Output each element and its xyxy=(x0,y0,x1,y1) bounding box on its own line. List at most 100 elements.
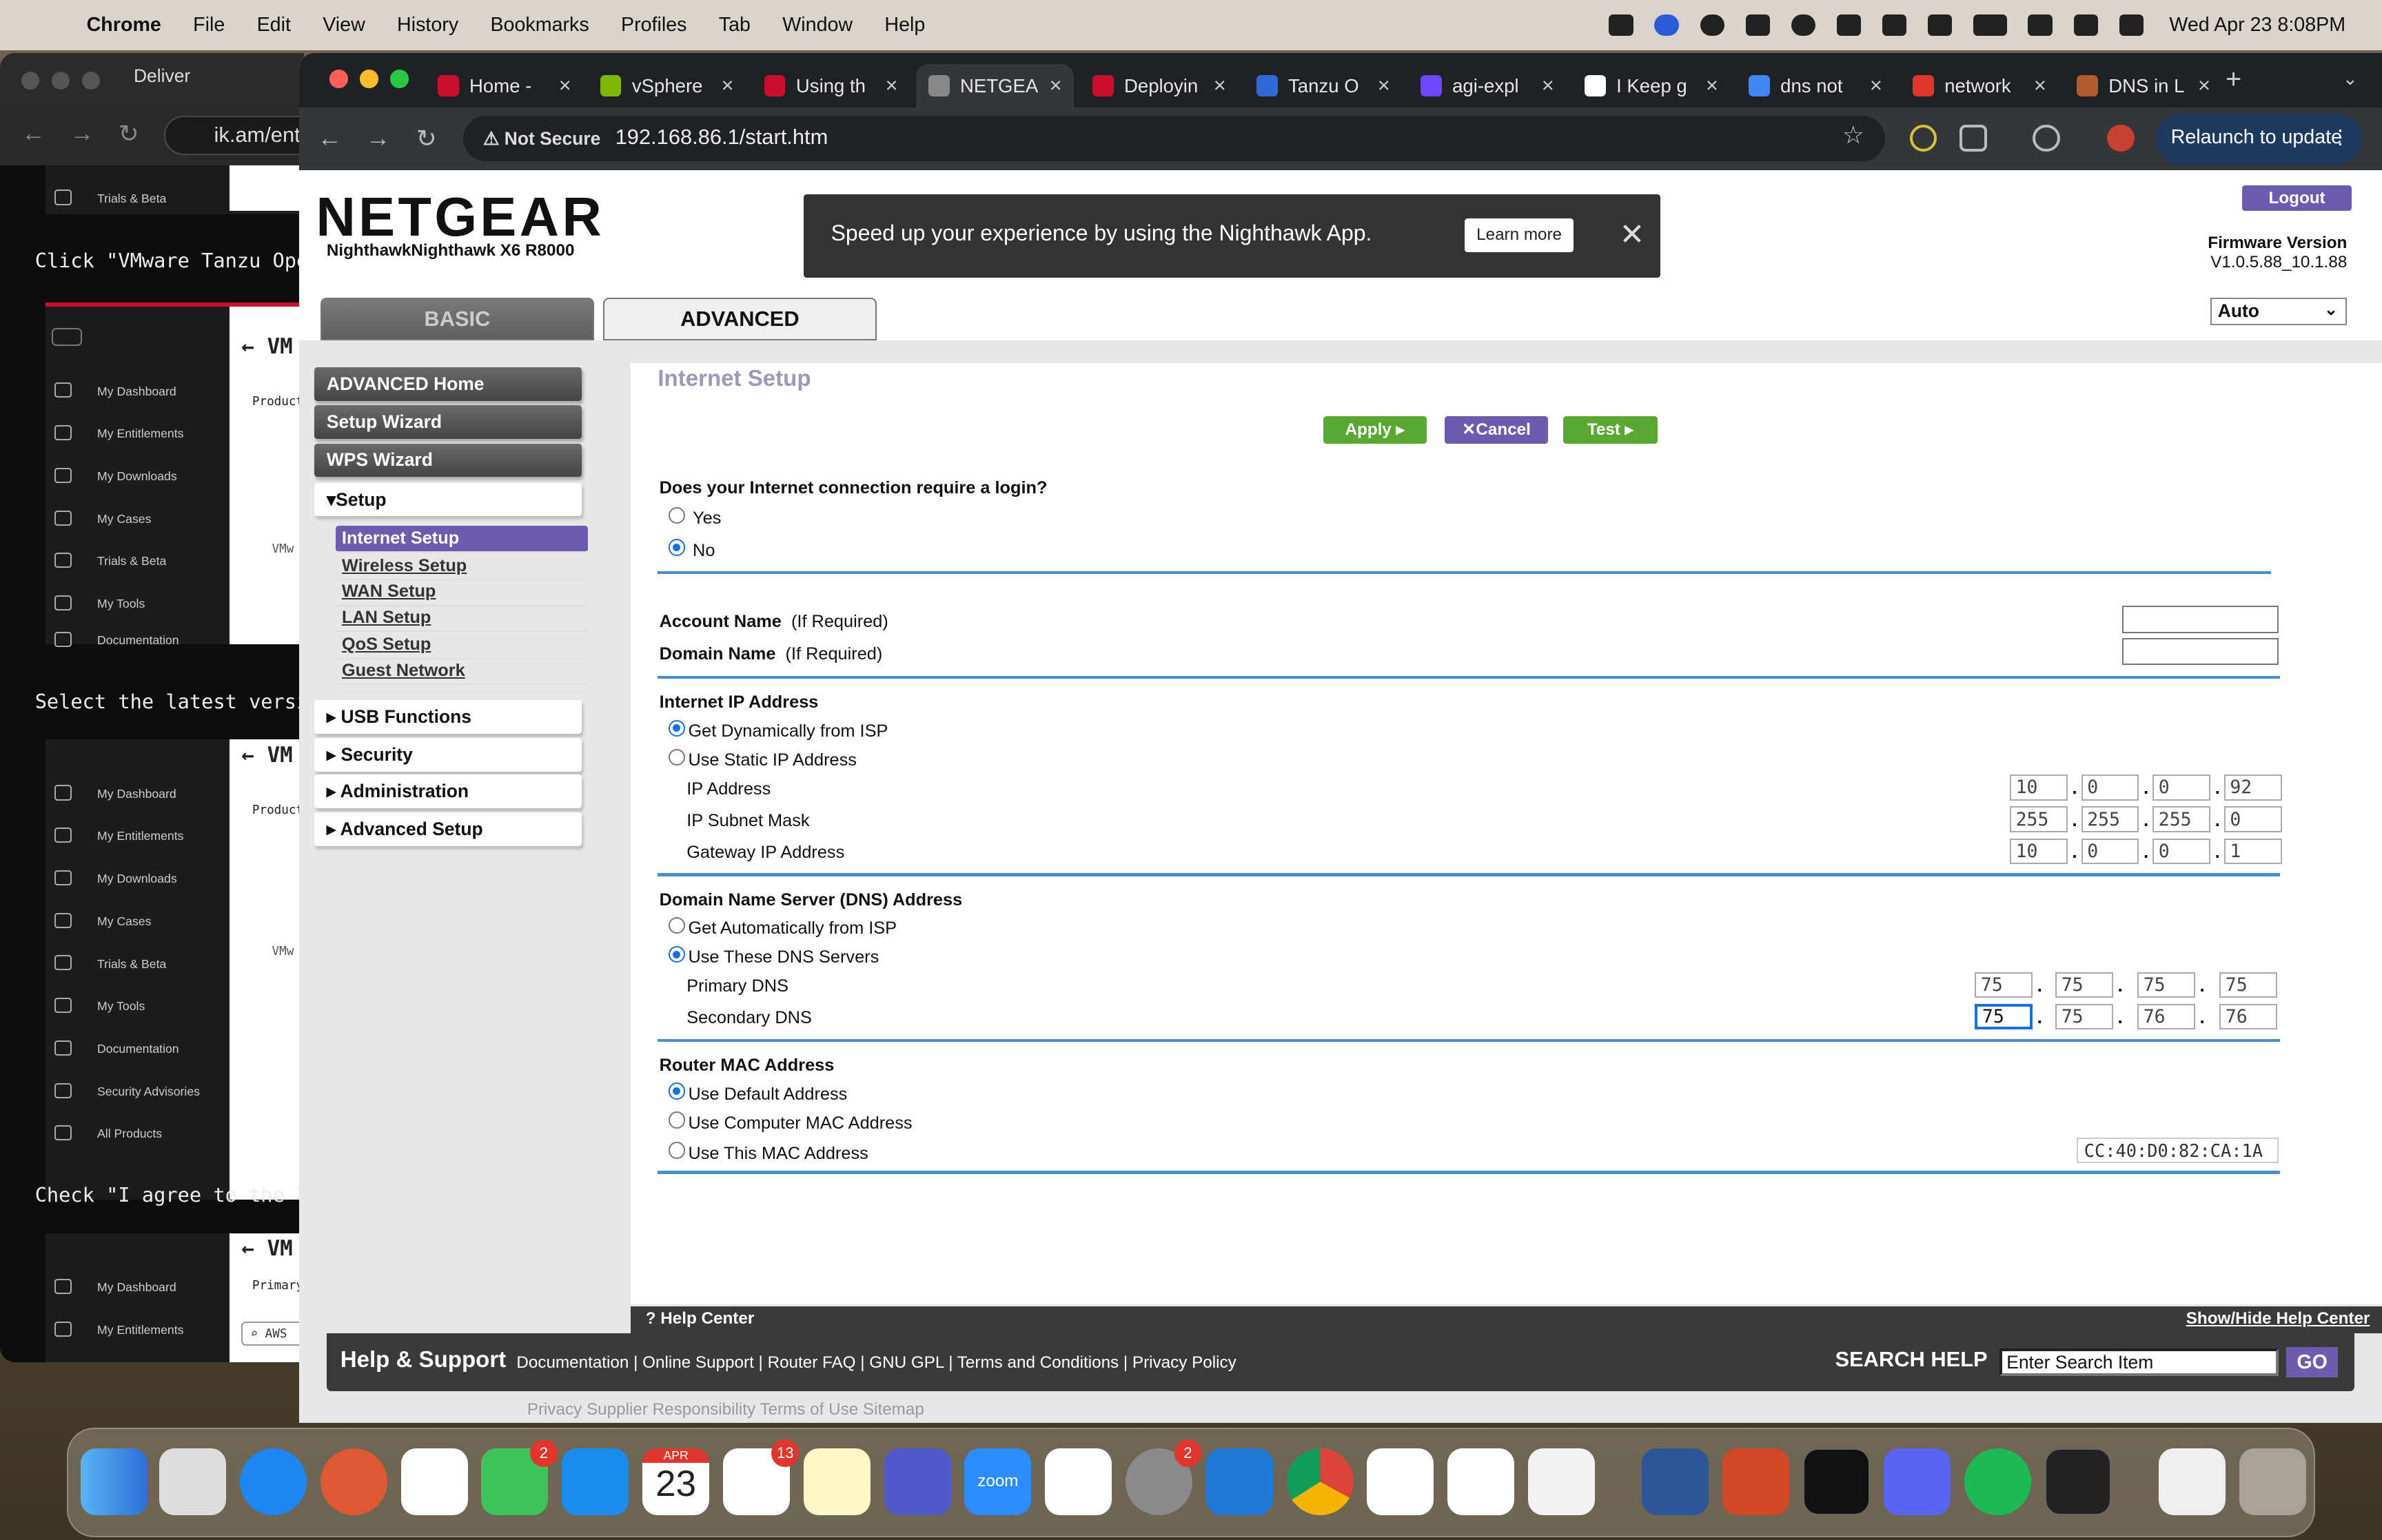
close-icon[interactable]: ✕ xyxy=(1620,217,1645,252)
bg-tab[interactable]: Deliver xyxy=(134,65,190,87)
zoom-status-icon[interactable] xyxy=(1654,14,1679,36)
primary-dns-octet-1[interactable] xyxy=(1975,972,2033,998)
extensions-puzzle-icon[interactable] xyxy=(1959,124,1987,152)
bg-search-input[interactable]: ⌕ AWS xyxy=(241,1321,304,1346)
login-yes-radio[interactable] xyxy=(668,507,686,524)
bg-nav-item[interactable]: My Cases xyxy=(97,914,151,929)
facetime-icon[interactable]: 2 xyxy=(481,1439,558,1516)
bg-nav-item[interactable]: My Dashboard xyxy=(97,384,176,399)
logout-button[interactable]: Logout xyxy=(2242,185,2352,212)
menu-file[interactable]: File xyxy=(193,14,225,37)
secondary-dns-octet-4[interactable] xyxy=(2219,1003,2277,1030)
menu-help[interactable]: Help xyxy=(884,14,925,37)
address-bar[interactable]: ⚠ Not Secure 192.168.86.1/start.htm ☆ xyxy=(463,115,1886,161)
activity-monitor-icon[interactable] xyxy=(2044,1448,2112,1516)
bookmark-star-icon[interactable]: ☆ xyxy=(1842,121,1864,150)
ip-octet-3[interactable] xyxy=(2152,774,2210,801)
submenu-guest-network[interactable]: Guest Network xyxy=(336,657,588,686)
menu-advanced-setup[interactable]: ▸ Advanced Setup xyxy=(314,812,582,846)
menu-bookmarks[interactable]: Bookmarks xyxy=(490,14,589,37)
bg-back-icon[interactable]: ← xyxy=(21,120,45,147)
menu-administration[interactable]: ▸ Administration xyxy=(314,774,582,808)
not-secure-chip[interactable]: ⚠ Not Secure xyxy=(477,123,609,154)
menu-wps-wizard[interactable]: WPS Wizard xyxy=(314,443,582,478)
control-center-icon[interactable] xyxy=(2119,14,2144,36)
ip-octet-4[interactable] xyxy=(2223,774,2282,801)
show-hide-help-link[interactable]: Show/Hide Help Center xyxy=(2186,1309,2370,1328)
duckduckgo-icon[interactable] xyxy=(320,1448,387,1516)
url-text[interactable]: 192.168.86.1/start.htm xyxy=(615,125,828,150)
discord-icon[interactable] xyxy=(1883,1448,1951,1516)
bg-nav-item[interactable]: My Entitlements xyxy=(97,829,183,843)
chrome-icon[interactable] xyxy=(1286,1448,1354,1516)
puzzle-status-icon[interactable] xyxy=(1745,14,1770,36)
close-tab-icon[interactable]: × xyxy=(2198,73,2210,98)
word-icon[interactable] xyxy=(1642,1448,1709,1516)
bg-back-arrow-icon[interactable]: ← xyxy=(241,743,267,768)
domain-name-input[interactable] xyxy=(2122,637,2279,666)
ip-dynamic-radio[interactable] xyxy=(668,719,686,737)
close-tab-icon[interactable]: × xyxy=(559,73,571,98)
menu-window[interactable]: Window xyxy=(782,14,853,37)
mask-octet-4[interactable] xyxy=(2223,806,2282,832)
ip-static-radio[interactable] xyxy=(668,748,686,766)
submenu-lan-setup[interactable]: LAN Setup xyxy=(336,604,588,633)
browser-tab[interactable]: Tanzu O × xyxy=(1244,64,1402,108)
bg-nav-item[interactable]: Trials & Beta xyxy=(97,957,166,972)
close-tab-icon[interactable]: × xyxy=(1050,73,1062,98)
background-browser-window[interactable]: Deliver ← → ↻ ik.am/ent Trials & Beta Cl… xyxy=(0,53,304,1363)
new-tab-icon[interactable]: + xyxy=(2226,64,2241,95)
wifi-icon[interactable] xyxy=(2028,14,2053,36)
trash-icon[interactable] xyxy=(2239,1448,2306,1516)
system-settings-icon[interactable]: 2 xyxy=(1126,1439,1202,1516)
apply-button[interactable]: Apply ▸ xyxy=(1323,415,1427,444)
back-icon[interactable]: ← xyxy=(318,125,342,152)
close-window-button[interactable] xyxy=(329,70,348,88)
keyboard-icon[interactable] xyxy=(1928,14,1953,36)
bg-close-dot[interactable] xyxy=(21,71,40,90)
bg-max-dot[interactable] xyxy=(82,71,101,90)
cancel-button[interactable]: ✕Cancel xyxy=(1445,415,1548,444)
vscode-icon[interactable] xyxy=(1205,1448,1273,1516)
bg-reload-icon[interactable]: ↻ xyxy=(119,120,139,148)
bg-forward-icon[interactable]: → xyxy=(70,120,94,147)
gateway-octet-4[interactable] xyxy=(2223,838,2282,865)
bg-nav-item[interactable]: Security Advisories xyxy=(97,1085,200,1099)
mac-this-radio[interactable] xyxy=(668,1142,686,1159)
chrome-window[interactable]: Home - × vSphere × Using th × NETGEA × Deployin… xyxy=(299,53,2382,1424)
maximize-window-button[interactable] xyxy=(390,70,409,88)
bg-nav-item[interactable]: Trials & Beta xyxy=(97,192,166,206)
safari-icon[interactable] xyxy=(240,1448,307,1516)
primary-dns-octet-2[interactable] xyxy=(2055,972,2113,998)
bg-nav-item[interactable]: My Cases xyxy=(97,512,151,526)
primary-dns-octet-4[interactable] xyxy=(2219,972,2277,998)
submenu-wan-setup[interactable]: WAN Setup xyxy=(336,579,588,606)
browser-tab[interactable]: dns not × xyxy=(1736,64,1894,108)
ip-octet-1[interactable] xyxy=(2010,774,2068,801)
test-button[interactable]: Test ▸ xyxy=(1563,415,1658,444)
menu-security[interactable]: ▸ Security xyxy=(314,738,582,772)
menu-view[interactable]: View xyxy=(323,14,365,37)
menubar-clock[interactable]: Wed Apr 23 8:08PM xyxy=(2169,14,2345,37)
browser-tab[interactable]: Deployin × xyxy=(1080,64,1238,108)
bg-nav-item[interactable]: Trials & Beta xyxy=(97,554,166,568)
language-select[interactable]: Auto ⌄ xyxy=(2210,297,2348,325)
learn-more-button[interactable]: Learn more xyxy=(1464,218,1574,252)
bg-nav-item[interactable]: Documentation xyxy=(97,633,179,648)
relaunch-button[interactable]: Relaunch to update ⋮ xyxy=(2155,114,2363,165)
status-icon[interactable] xyxy=(1700,14,1724,36)
login-no-radio[interactable] xyxy=(668,539,686,556)
dns-auto-radio[interactable] xyxy=(668,917,686,934)
headphones-icon[interactable] xyxy=(1882,14,1907,36)
menu-profiles[interactable]: Profiles xyxy=(621,14,687,37)
tab-advanced[interactable]: ADVANCED xyxy=(603,297,877,340)
mask-octet-1[interactable] xyxy=(2010,806,2068,832)
downloads-stack-icon[interactable] xyxy=(2158,1448,2226,1516)
bg-nav-item[interactable]: My Dashboard xyxy=(97,1280,176,1295)
menu-tab[interactable]: Tab xyxy=(719,14,751,37)
gateway-octet-2[interactable] xyxy=(2081,838,2139,865)
menu-setup[interactable]: ▾Setup xyxy=(314,482,582,517)
finder-icon[interactable] xyxy=(80,1448,147,1516)
calendar-icon[interactable]: APR 23 xyxy=(642,1448,710,1516)
globe-status-icon[interactable] xyxy=(1791,14,1815,36)
